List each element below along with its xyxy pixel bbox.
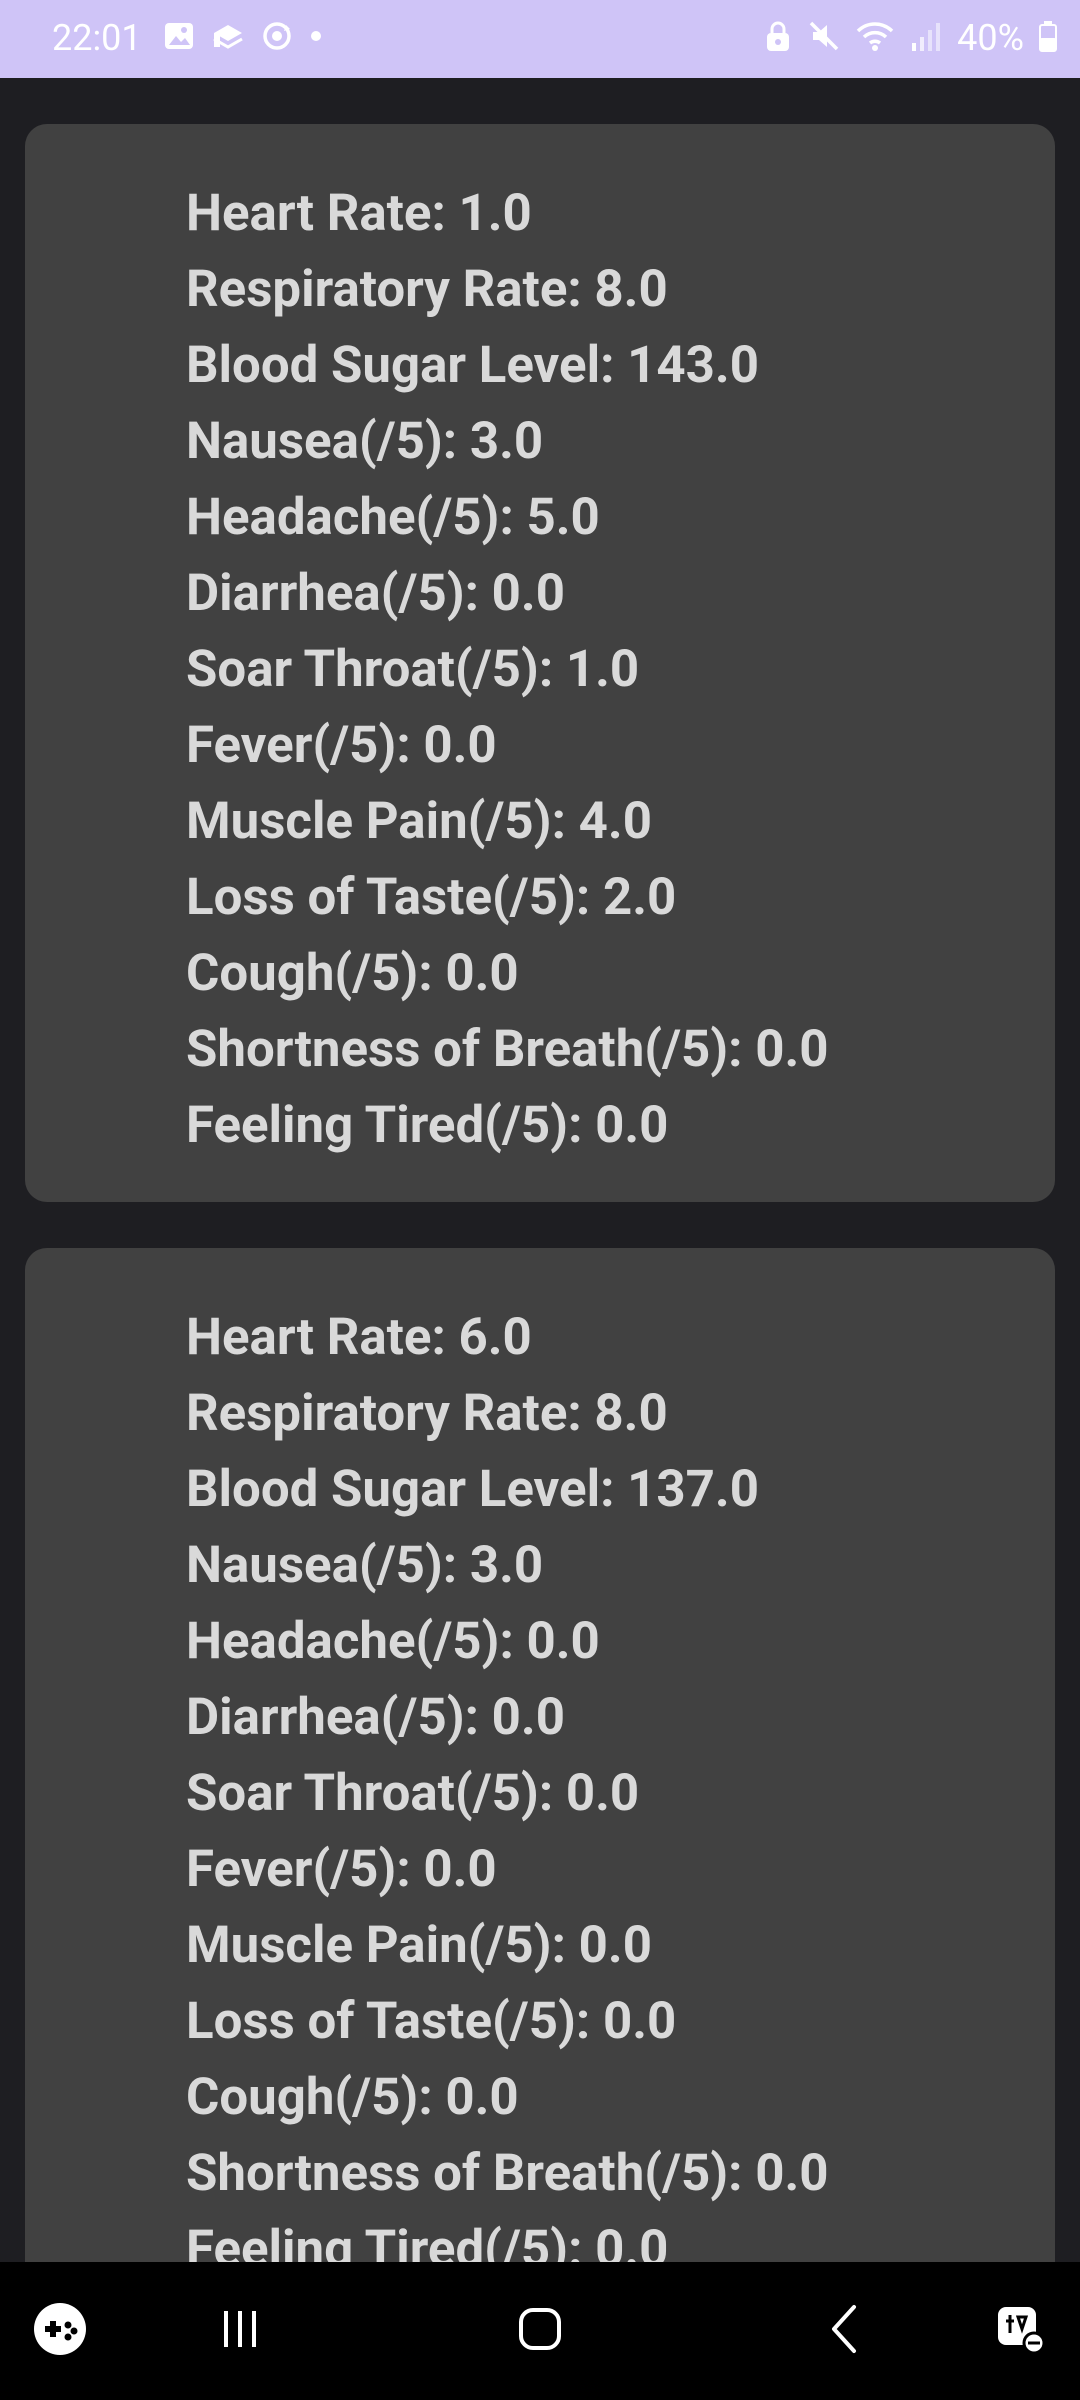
heart-rate-text: Heart Rate: 6.0 (186, 1308, 532, 1367)
fever-text: Fever(/5): 0.0 (186, 716, 497, 775)
record-card[interactable]: Heart Rate: 6.0 Respiratory Rate: 8.0 Bl… (25, 1248, 1055, 2262)
sync-icon (260, 19, 294, 57)
muscle-pain-text: Muscle Pain(/5): 4.0 (186, 792, 652, 851)
battery-icon (1038, 19, 1058, 57)
home-button[interactable] (500, 2262, 580, 2400)
accessibility-icon (992, 2301, 1048, 2361)
records-list[interactable]: Heart Rate: 1.0 Respiratory Rate: 8.0 Bl… (0, 78, 1080, 2262)
wifi-icon (855, 19, 895, 57)
blood-sugar-text: Blood Sugar Level: 137.0 (186, 1460, 759, 1519)
mute-icon (807, 19, 841, 57)
fever-text: Fever(/5): 0.0 (186, 1840, 497, 1899)
home-icon (516, 2305, 564, 2357)
recents-button[interactable] (200, 2262, 280, 2400)
status-right-icons: 40% (763, 18, 1058, 58)
stack-icon (210, 19, 246, 57)
battery-percent: 40% (957, 17, 1024, 59)
diarrhea-text: Diarrhea(/5): 0.0 (186, 564, 565, 623)
heart-rate-text: Heart Rate: 1.0 (186, 184, 532, 243)
back-button[interactable] (804, 2262, 884, 2400)
signal-icon (909, 19, 943, 57)
feeling-tired-text: Feeling Tired(/5): 0.0 (186, 1096, 669, 1155)
sore-throat-text: Soar Throat(/5): 0.0 (186, 1764, 640, 1823)
shortness-of-breath-text: Shortness of Breath(/5): 0.0 (186, 1020, 829, 1079)
respiratory-rate-text: Respiratory Rate: 8.0 (186, 1384, 668, 1443)
record-fields: Heart Rate: 1.0 Respiratory Rate: 8.0 Bl… (186, 176, 829, 1164)
record-fields: Heart Rate: 6.0 Respiratory Rate: 8.0 Bl… (186, 1300, 829, 2262)
shortness-of-breath-text: Shortness of Breath(/5): 0.0 (186, 2144, 829, 2203)
diarrhea-text: Diarrhea(/5): 0.0 (186, 1688, 565, 1747)
headache-text: Headache(/5): 5.0 (186, 488, 600, 547)
status-time: 22:01 (52, 17, 142, 59)
navigation-bar (0, 2262, 1080, 2400)
accessibility-button[interactable] (980, 2262, 1060, 2400)
gallery-icon (162, 19, 196, 57)
cough-text: Cough(/5): 0.0 (186, 2068, 519, 2127)
dot-icon (308, 19, 324, 57)
respiratory-rate-text: Respiratory Rate: 8.0 (186, 260, 668, 319)
nausea-text: Nausea(/5): 3.0 (186, 412, 544, 471)
muscle-pain-text: Muscle Pain(/5): 0.0 (186, 1916, 652, 1975)
loss-of-taste-text: Loss of Taste(/5): 0.0 (186, 1992, 677, 2051)
back-icon (824, 2303, 864, 2359)
game-launcher-icon (32, 2301, 88, 2361)
status-bar: 22:01 40% (0, 0, 1080, 78)
cough-text: Cough(/5): 0.0 (186, 944, 519, 1003)
blood-sugar-text: Blood Sugar Level: 143.0 (186, 336, 759, 395)
sore-throat-text: Soar Throat(/5): 1.0 (186, 640, 640, 699)
headache-text: Headache(/5): 0.0 (186, 1612, 600, 1671)
status-left-icons (162, 18, 324, 58)
record-card[interactable]: Heart Rate: 1.0 Respiratory Rate: 8.0 Bl… (25, 124, 1055, 1202)
loss-of-taste-text: Loss of Taste(/5): 2.0 (186, 868, 677, 927)
nausea-text: Nausea(/5): 3.0 (186, 1536, 544, 1595)
recents-icon (218, 2307, 262, 2355)
game-launcher-button[interactable] (22, 2262, 98, 2400)
lock-icon (763, 19, 793, 57)
feeling-tired-text: Feeling Tired(/5): 0.0 (186, 2220, 669, 2262)
